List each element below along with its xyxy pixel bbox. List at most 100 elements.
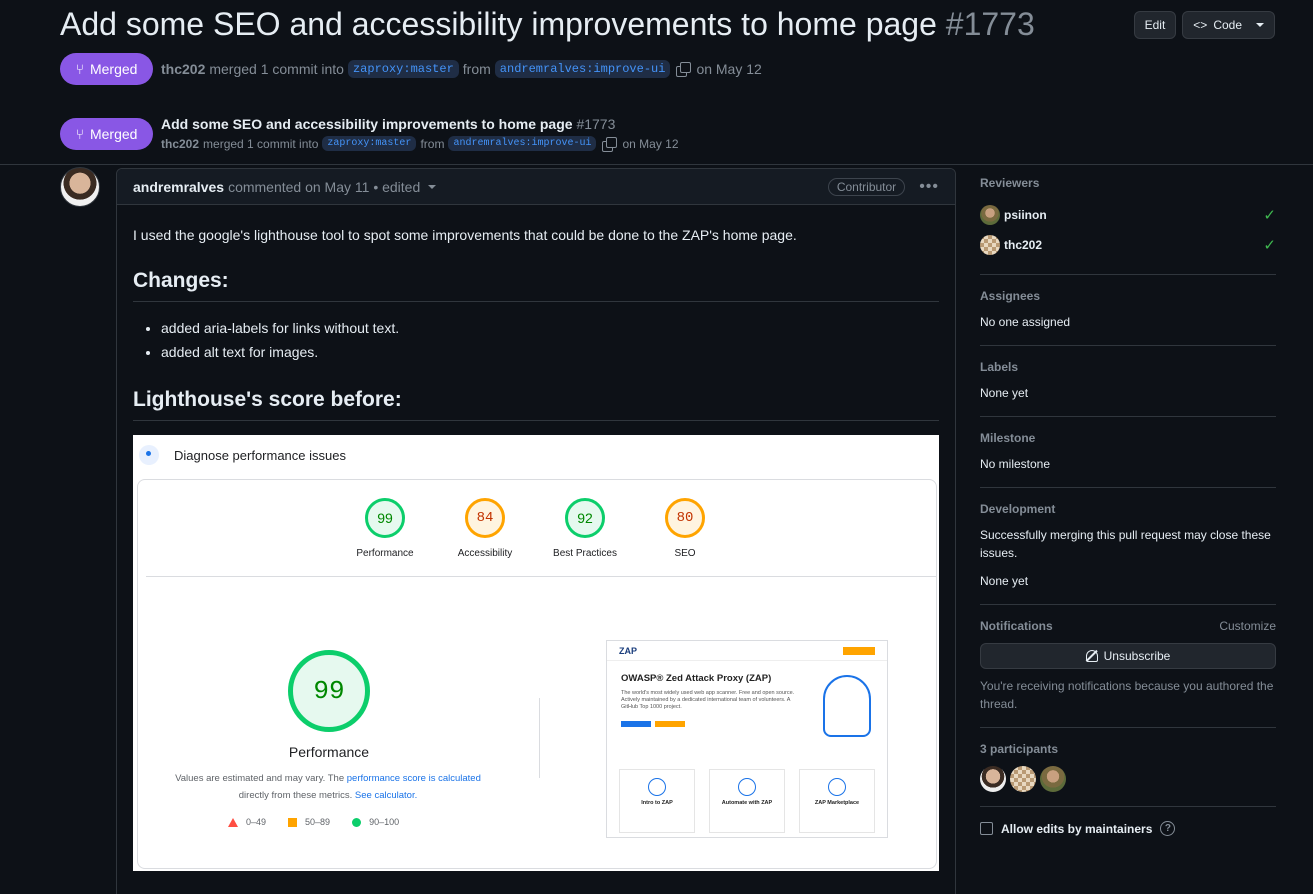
participants-heading: 3 participants: [980, 742, 1059, 756]
score-label: Best Practices: [553, 548, 617, 559]
card-icon: [738, 778, 756, 796]
preview-blurb: The world's most widely used web app sca…: [621, 690, 795, 710]
avatar: [980, 205, 1000, 225]
calculator-link[interactable]: See calculator.: [355, 790, 417, 801]
comment-intro: I used the google's lighthouse tool to s…: [133, 227, 797, 243]
main-score-value: 99: [288, 650, 370, 732]
preview-nav: ZAP: [607, 641, 887, 661]
merge-icon: ⑂: [75, 61, 84, 77]
milestone-heading[interactable]: Milestone: [980, 431, 1276, 445]
notifications-label: Notifications: [980, 619, 1053, 633]
sticky-from-text: from: [420, 136, 445, 151]
changes-heading: Changes:: [133, 269, 939, 302]
labels-section: Labels None yet: [980, 360, 1276, 417]
reviewer-item[interactable]: psiinon ✓: [980, 200, 1276, 230]
base-branch[interactable]: zaproxy:master: [347, 60, 459, 78]
head-branch[interactable]: andremralves:improve-ui: [494, 60, 671, 78]
sticky-pr-number: #1773: [576, 116, 616, 132]
score-calc-link[interactable]: performance score is calculated: [347, 773, 481, 784]
code-button[interactable]: <> Code: [1182, 11, 1275, 39]
sticky-status-label: Merged: [89, 126, 138, 142]
code-icon: <>: [1193, 18, 1208, 32]
reviewer-item[interactable]: thc202 ✓: [980, 230, 1276, 260]
notifications-section: Notifications Customize Unsubscribe You'…: [980, 619, 1276, 728]
reviewer-name: psiinon: [1004, 208, 1047, 222]
pass-circle-icon: [352, 817, 362, 827]
fail-triangle-icon: [228, 817, 238, 827]
assignees-section: Assignees No one assigned: [980, 289, 1276, 346]
contributor-badge: Contributor: [827, 177, 906, 196]
check-icon: ✓: [1263, 207, 1276, 224]
preview-card: Automate with ZAP: [709, 769, 785, 833]
unsubscribe-button[interactable]: Unsubscribe: [980, 643, 1276, 669]
lighthouse-screenshot[interactable]: Diagnose performance issues 99 Performan…: [133, 435, 939, 871]
comment-author[interactable]: andremralves: [133, 179, 224, 195]
preview-card: Intro to ZAP: [619, 769, 695, 833]
preview-brand: ZAP: [619, 645, 637, 656]
score-legend: 0–49 50–89 90–100: [228, 817, 399, 827]
lighthouse-divider: [146, 576, 936, 577]
bell-slash-icon: [1085, 650, 1098, 662]
sticky-title[interactable]: Add some SEO and accessibility improveme…: [161, 116, 615, 132]
assignees-value: No one assigned: [980, 315, 1071, 329]
avatar[interactable]: [980, 766, 1006, 792]
legend-average: 50–89: [305, 817, 331, 827]
sticky-author-link[interactable]: thc202: [161, 137, 199, 151]
chevron-down-icon[interactable]: [428, 184, 437, 189]
notifications-heading: Notifications Customize: [980, 619, 1276, 633]
status-badge-label: Merged: [89, 61, 138, 77]
labels-heading[interactable]: Labels: [980, 360, 1276, 374]
author-link[interactable]: thc202: [161, 61, 205, 77]
copy-icon[interactable]: [602, 136, 618, 152]
lighthouse-title: Diagnose performance issues: [174, 447, 346, 463]
legend-fail: 0–49: [246, 817, 267, 827]
assignees-heading[interactable]: Assignees: [980, 289, 1276, 303]
lighthouse-vdivider: [539, 698, 540, 778]
allow-edits-checkbox[interactable]: [980, 822, 993, 835]
main-score-label: Performance: [288, 744, 370, 760]
note-pre: Values are estimated and may vary. The: [175, 773, 345, 784]
reviewers-heading[interactable]: Reviewers: [980, 176, 1276, 190]
comment-body: I used the google's lighthouse tool to s…: [117, 225, 955, 871]
comment-header: andremralves commented on May 11 • edite…: [117, 169, 955, 205]
legend-pass: 90–100: [369, 817, 400, 827]
avatar[interactable]: [1010, 766, 1036, 792]
score-label: SEO: [674, 548, 696, 559]
sticky-status-badge: ⑂ Merged: [60, 118, 153, 150]
pr-number: #1773: [945, 6, 1035, 42]
card-icon: [828, 778, 846, 796]
sticky-base-branch[interactable]: zaproxy:master: [322, 136, 417, 151]
edit-button[interactable]: Edit: [1133, 11, 1177, 39]
preview-cards: Intro to ZAP Automate with ZAP ZAP Marke…: [619, 769, 875, 833]
development-section: Development Successfully merging this pu…: [980, 502, 1276, 605]
comment-meta[interactable]: commented on May 11 • edited: [228, 179, 420, 195]
check-icon: ✓: [1263, 237, 1276, 254]
participants-section: 3 participants: [980, 742, 1276, 807]
reviewers-section: Reviewers psiinon ✓ thc202 ✓: [980, 176, 1276, 275]
pr-title-text: Add some SEO and accessibility improveme…: [60, 6, 937, 42]
score-gauge: 80 SEO: [635, 498, 735, 559]
notifications-note: You're receiving notifications because y…: [980, 679, 1274, 711]
sidebar: Reviewers psiinon ✓ thc202 ✓ Assignees N…: [980, 176, 1276, 836]
customize-link[interactable]: Customize: [1219, 619, 1276, 633]
development-heading[interactable]: Development: [980, 502, 1276, 516]
reviewer-name: thc202: [1004, 238, 1043, 252]
merged-text: merged 1 commit into: [209, 61, 344, 77]
header-actions: Edit <> Code: [1133, 11, 1275, 39]
avatar[interactable]: [60, 167, 100, 207]
kebab-menu-icon[interactable]: •••: [919, 178, 939, 196]
header-divider: [0, 164, 1313, 165]
changes-list: added aria-labels for links without text…: [161, 316, 939, 364]
copy-icon[interactable]: [676, 62, 692, 77]
list-item: added alt text for images.: [161, 340, 939, 364]
score-value: 92: [565, 498, 605, 538]
allow-edits-label: Allow edits by maintainers: [1001, 821, 1153, 836]
merge-date: on May 12: [696, 61, 762, 77]
sticky-head-branch[interactable]: andremralves:improve-ui: [448, 136, 597, 151]
sticky-merge-meta: thc202 merged 1 commit into zaproxy:mast…: [161, 136, 679, 152]
score-value: 99: [365, 498, 405, 538]
help-icon[interactable]: ?: [1160, 821, 1176, 836]
sticky-title-text: Add some SEO and accessibility improveme…: [161, 116, 573, 132]
avatar[interactable]: [1040, 766, 1066, 792]
sticky-merged-text: merged 1 commit into: [203, 136, 319, 151]
